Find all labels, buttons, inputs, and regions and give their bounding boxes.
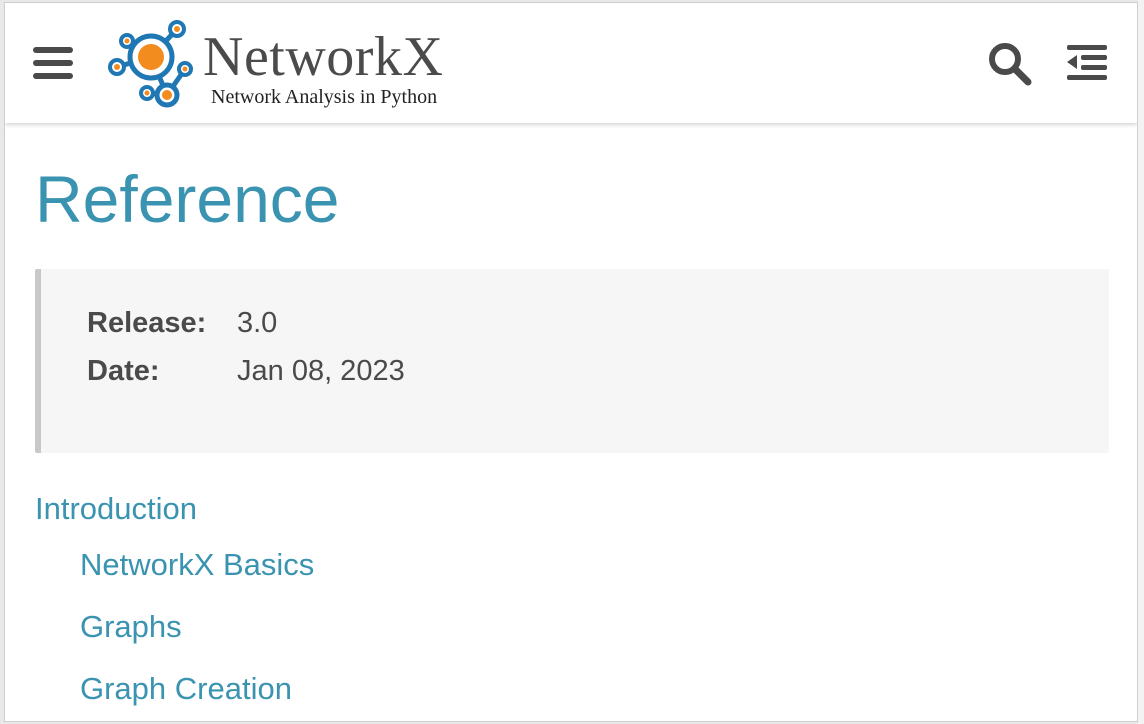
logo-tagline: Network Analysis in Python	[211, 86, 438, 108]
toc-link-graph-creation[interactable]: Graph Creation	[80, 671, 292, 707]
window-edge	[1138, 0, 1144, 724]
release-info-box: Release: 3.0 Date: Jan 08, 2023	[35, 269, 1109, 453]
release-label: Release:	[87, 307, 207, 339]
browser-viewport: NetworkX Network Analysis in Python Refe…	[4, 2, 1138, 722]
search-icon[interactable]	[987, 41, 1033, 87]
date-label: Date:	[87, 355, 160, 387]
hamburger-menu-icon[interactable]	[33, 43, 75, 83]
toc-link-graphs[interactable]: Graphs	[80, 609, 182, 645]
toc-link-networkx-basics[interactable]: NetworkX Basics	[80, 547, 314, 583]
date-value: Jan 08, 2023	[237, 355, 405, 387]
top-header: NetworkX Network Analysis in Python	[5, 3, 1137, 123]
toc-link-introduction[interactable]: Introduction	[35, 491, 197, 527]
release-value: 3.0	[237, 307, 278, 339]
table-of-contents-icon[interactable]	[1063, 41, 1109, 87]
logo-wordmark: NetworkX	[203, 26, 444, 88]
page-title: Reference	[35, 162, 340, 236]
networkx-logo[interactable]: NetworkX Network Analysis in Python	[103, 17, 483, 113]
network-graph-logo-icon	[108, 20, 193, 108]
